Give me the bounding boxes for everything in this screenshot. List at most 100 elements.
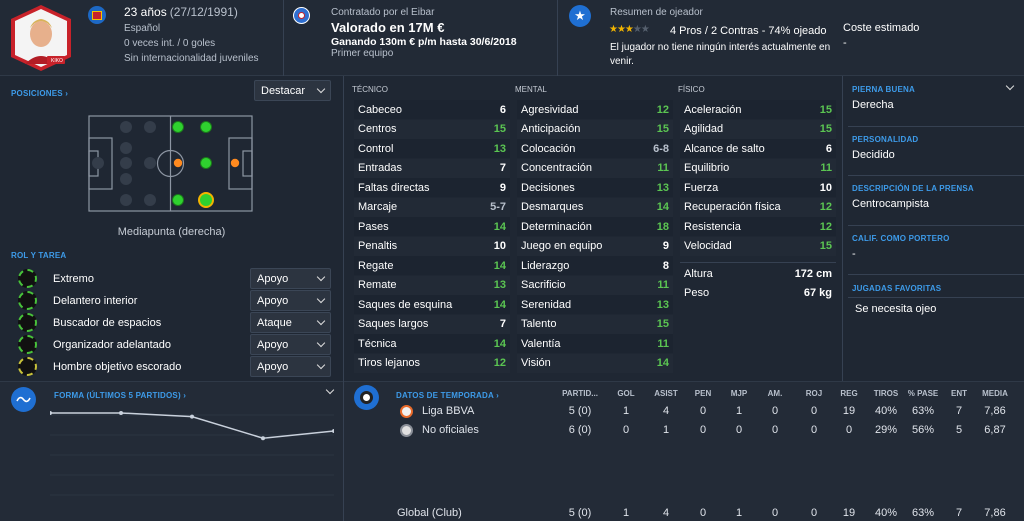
player-photo: KIKO <box>9 4 73 72</box>
form-point[interactable] <box>261 436 265 441</box>
attribute-row: Aceleración 15 <box>680 100 836 119</box>
chevron-down-icon <box>316 360 326 370</box>
attribute-row: Colocación 6-8 <box>517 139 673 158</box>
personality-label: PERSONALIDAD <box>852 135 919 144</box>
weight-label: Peso <box>684 287 710 299</box>
press-value: Centrocampista <box>852 198 930 210</box>
attribute-value: 6 <box>499 103 506 116</box>
attribute-row: Visión 14 <box>517 353 673 373</box>
pitch-dot-dmc <box>144 157 156 169</box>
photo-tag: KIKO <box>51 58 63 64</box>
attribute-row: Saques largos 7 <box>354 314 510 334</box>
attribute-name: Cabeceo <box>358 103 403 116</box>
form-point[interactable] <box>190 414 194 419</box>
attribute-name: Técnica <box>358 337 397 350</box>
attribute-row: Resistencia 12 <box>680 217 836 236</box>
role-row[interactable]: Extremo Apoyo <box>0 268 343 290</box>
attribute-row: Decisiones 13 <box>517 178 673 197</box>
attribute-name: Tiros lejanos <box>358 357 420 369</box>
nationality-flag-icon <box>88 6 106 24</box>
attribute-name: Saques de esquina <box>358 298 453 311</box>
technical-title: TÉCNICO <box>352 85 388 94</box>
attribute-name: Serenidad <box>521 298 572 311</box>
foot-label: PIERNA BUENA <box>852 85 915 94</box>
duty-dropdown[interactable]: Apoyo <box>250 356 331 377</box>
attribute-value: 15 <box>656 318 669 330</box>
attribute-row: Sacrificio 11 <box>517 275 673 295</box>
pitch-dot-wbr <box>144 194 156 206</box>
moves-value: Se necesita ojeo <box>855 303 937 315</box>
contract-wage: Ganando 130m € p/m hasta 30/6/2018 <box>331 36 517 48</box>
highlight-dropdown[interactable]: Destacar <box>254 80 331 101</box>
column-header: PARTID... <box>562 389 598 398</box>
duty-label: Apoyo <box>257 294 289 307</box>
duty-dropdown[interactable]: Apoyo <box>250 334 331 355</box>
attribute-row: Fuerza 10 <box>680 178 836 197</box>
attribute-value: 5-7 <box>490 201 506 213</box>
player-caps: 0 veces int. / 0 goles <box>124 38 216 49</box>
attribute-row: Marcaje 5-7 <box>354 197 510 217</box>
role-suitability-icon <box>18 357 37 376</box>
chevron-down-icon[interactable] <box>1005 81 1015 91</box>
attribute-name: Sacrificio <box>521 279 566 291</box>
form-chart <box>48 405 336 515</box>
attribute-value: 13 <box>493 279 506 291</box>
attribute-value: 8 <box>662 259 669 272</box>
attribute-value: 12 <box>819 220 832 233</box>
duty-dropdown[interactable]: Apoyo <box>250 290 331 311</box>
player-dob: (27/12/1991) <box>169 5 238 19</box>
height-value: 172 cm <box>794 268 832 280</box>
role-name: Extremo <box>53 273 94 285</box>
attribute-row: Pases 14 <box>354 217 510 236</box>
duty-dropdown[interactable]: Ataque <box>250 312 331 333</box>
chevron-down-icon <box>316 84 326 94</box>
attribute-name: Penaltis <box>358 240 398 252</box>
form-point[interactable] <box>332 429 336 433</box>
attribute-name: Alcance de salto <box>684 142 765 155</box>
attribute-row: Anticipación 15 <box>517 119 673 139</box>
role-name: Delantero interior <box>53 295 138 307</box>
duty-dropdown[interactable]: Apoyo <box>250 268 331 289</box>
press-label: DESCRIPCIÓN DE LA PRENSA <box>852 184 974 193</box>
form-point[interactable] <box>48 411 52 415</box>
attribute-value: 15 <box>819 103 832 116</box>
pitch-dot-st <box>230 158 240 168</box>
season-cell: 0 <box>771 405 779 417</box>
attribute-row: Agresividad 12 <box>517 100 673 119</box>
attribute-value: 6 <box>825 142 832 155</box>
role-row[interactable]: Hombre objetivo escorado Apoyo <box>0 356 343 378</box>
attribute-value: 14 <box>493 220 506 233</box>
scout-star-icon: ★ <box>569 5 591 27</box>
attribute-row: Agilidad 15 <box>680 119 836 139</box>
attribute-value: 15 <box>656 123 669 135</box>
role-name: Organizador adelantado <box>53 339 172 351</box>
positions-title[interactable]: POSICIONES › <box>11 89 68 98</box>
attribute-row: Saques de esquina 14 <box>354 295 510 314</box>
attribute-value: 11 <box>820 162 832 174</box>
role-row[interactable]: Organizador adelantado Apoyo <box>0 334 343 356</box>
role-row[interactable]: Buscador de espacios Ataque <box>0 312 343 334</box>
season-cell: 7,86 <box>984 405 1006 417</box>
attribute-name: Remate <box>358 279 397 291</box>
role-row[interactable]: Delantero interior Apoyo <box>0 290 343 312</box>
scout-title: Resumen de ojeador <box>610 7 703 18</box>
attribute-name: Aceleración <box>684 103 742 116</box>
gk-label: CALIF. COMO PORTERO <box>852 234 950 243</box>
form-point[interactable] <box>119 411 123 415</box>
season-cell: 5 (0) <box>568 405 592 417</box>
attribute-value: 6-8 <box>653 142 669 155</box>
attribute-name: Entradas <box>358 162 403 174</box>
attribute-name: Talento <box>521 318 557 330</box>
attribute-value: 12 <box>656 103 669 116</box>
attribute-name: Valentía <box>521 337 561 350</box>
attribute-name: Resistencia <box>684 220 741 233</box>
pitch-dot-mc <box>173 158 183 168</box>
weight-value: 67 kg <box>803 287 832 299</box>
pitch-dot-wbl <box>144 121 156 133</box>
total-cell: 0 <box>771 507 779 519</box>
chevron-down-icon <box>316 294 326 304</box>
form-title[interactable]: FORMA (ÚLTIMOS 5 PARTIDOS) › <box>54 391 186 400</box>
duty-label: Ataque <box>257 316 292 329</box>
attribute-name: Visión <box>521 357 551 369</box>
attribute-value: 13 <box>493 142 506 155</box>
